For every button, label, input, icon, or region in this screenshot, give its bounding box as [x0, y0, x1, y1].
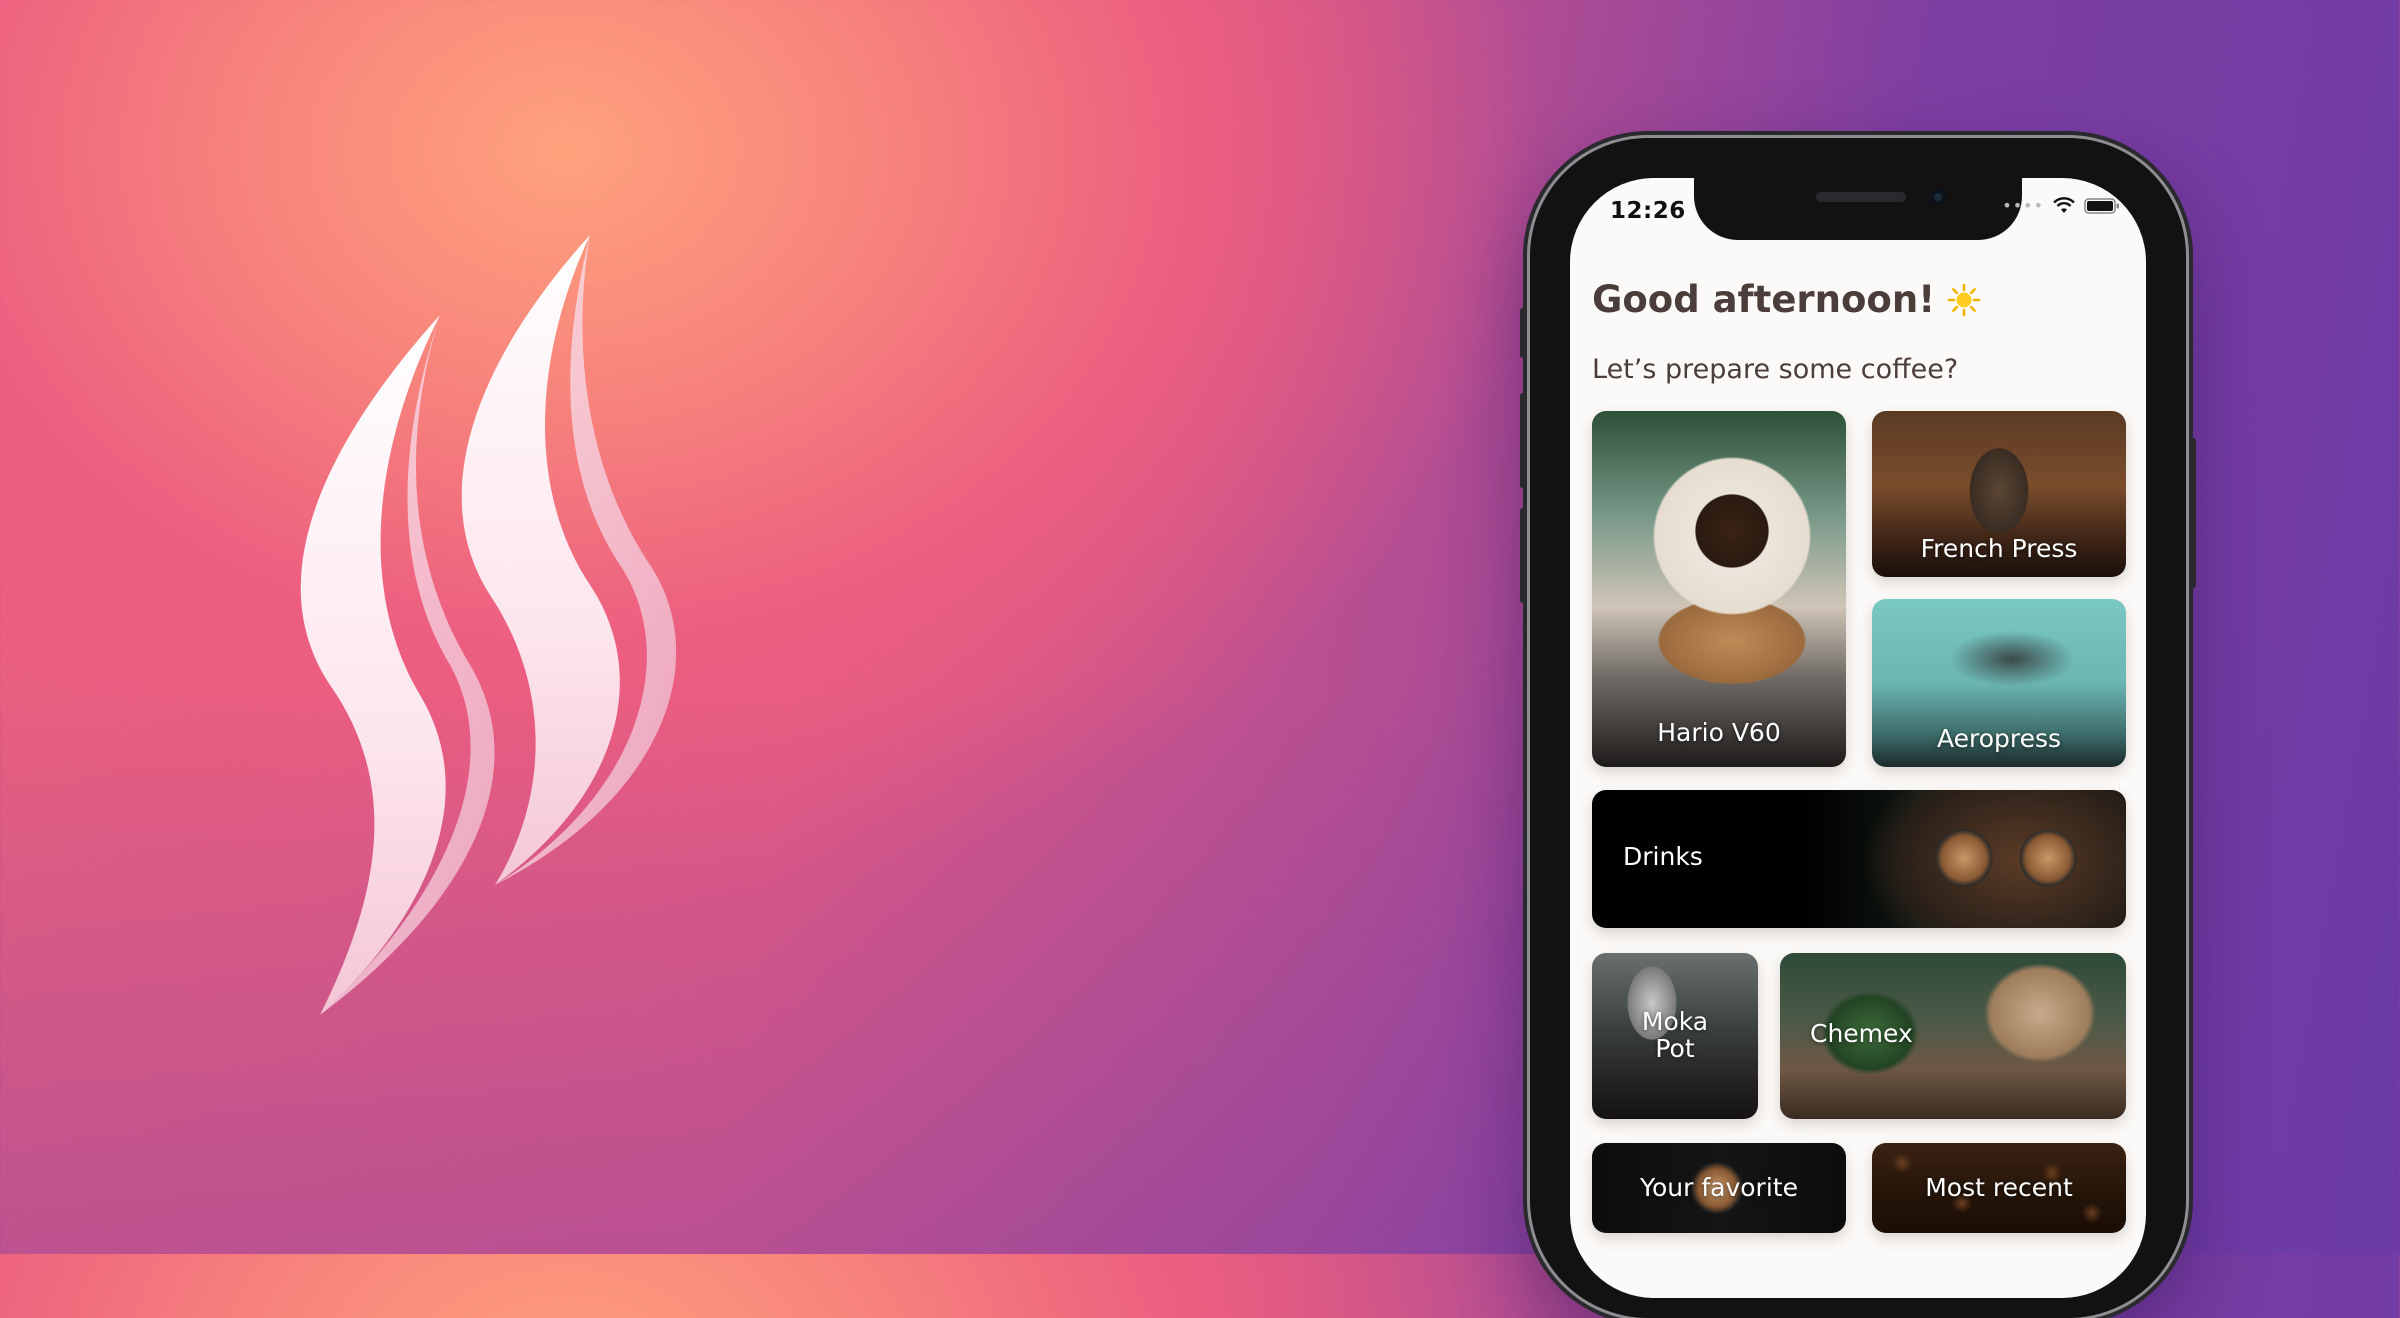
sun-icon — [1947, 283, 1981, 316]
card-hario-v60[interactable]: Hario V60 — [1592, 411, 1846, 767]
app-screen: 12:26 •••• Good afternoon! Let’s prepare… — [1570, 178, 2146, 1298]
volume-up-button — [1520, 393, 1525, 488]
card-label: Your favorite — [1640, 1173, 1798, 1202]
status-icons: •••• — [2002, 196, 2120, 215]
greeting-text: Good afternoon! — [1592, 278, 1936, 321]
power-button — [2191, 438, 2196, 588]
phone-mockup: 12:26 •••• Good afternoon! Let’s prepare… — [1520, 138, 2196, 1318]
card-label: Moka Pot — [1641, 1007, 1709, 1063]
volume-down-button — [1520, 508, 1525, 603]
card-aeropress[interactable]: Aeropress — [1872, 599, 2126, 767]
card-label: Drinks — [1623, 842, 1703, 871]
mute-switch — [1520, 308, 1525, 358]
speaker — [1816, 192, 1906, 202]
front-camera — [1930, 189, 1946, 205]
battery-icon — [2084, 197, 2119, 214]
wifi-icon — [2053, 196, 2075, 213]
card-french-press[interactable]: French Press — [1872, 411, 2126, 577]
card-label: Most recent — [1925, 1173, 2073, 1202]
notch — [1694, 178, 2022, 240]
card-label: Chemex — [1810, 1019, 1913, 1048]
card-most-recent[interactable]: Most recent — [1872, 1143, 2126, 1233]
card-label: Aeropress — [1936, 724, 2062, 753]
signal-dots-icon: •••• — [2002, 196, 2044, 215]
status-time: 12:26 — [1610, 198, 1686, 224]
card-chemex[interactable]: Chemex — [1780, 953, 2126, 1119]
subtitle: Let’s prepare some coffee? — [1592, 354, 1959, 385]
card-drinks[interactable]: Drinks — [1592, 790, 2126, 928]
greeting-heading: Good afternoon! — [1592, 278, 1981, 321]
card-label: Hario V60 — [1657, 718, 1781, 747]
card-label: French Press — [1920, 534, 2078, 563]
app-logo-icon — [300, 235, 677, 1015]
card-moka-pot[interactable]: Moka Pot — [1592, 953, 1758, 1119]
card-your-favorite[interactable]: Your favorite — [1592, 1143, 1846, 1233]
